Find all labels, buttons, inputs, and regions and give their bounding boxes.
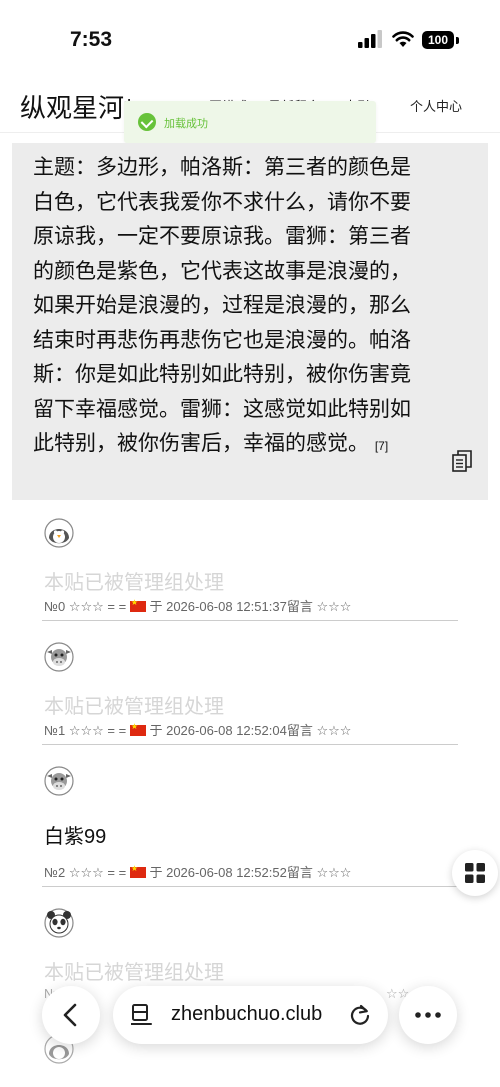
battery-indicator: 100 bbox=[422, 31, 454, 49]
comment-yu: 于 bbox=[149, 723, 163, 738]
comment-text: 本贴已被管理组处理 bbox=[44, 962, 224, 984]
copy-icon[interactable] bbox=[452, 450, 472, 472]
rating-right[interactable]: ☆☆☆ bbox=[316, 599, 351, 614]
rating-right[interactable]: ☆☆☆ bbox=[316, 865, 351, 880]
back-button[interactable] bbox=[42, 986, 100, 1044]
grid-menu-button[interactable] bbox=[452, 850, 498, 896]
site-title[interactable]: 纵观星河* bbox=[20, 88, 134, 125]
comment-eq: = = bbox=[107, 723, 127, 738]
comment-suffix: 留言 bbox=[286, 865, 313, 880]
comment-suffix: 留言 bbox=[286, 599, 313, 614]
divider bbox=[42, 886, 458, 887]
more-options-button[interactable] bbox=[399, 986, 457, 1044]
post-body: 主题：多边形，帕洛斯：第三者的颜色是白色，它代表我爱你不求什么，请你不要原谅我，… bbox=[33, 156, 411, 455]
success-check-icon bbox=[138, 113, 156, 131]
battery-tip bbox=[456, 37, 459, 44]
comment-eq: = = bbox=[107, 599, 127, 614]
comment-meta: №0 ☆☆☆ = = 于 2026-06-08 12:51:37留言 ☆☆☆ bbox=[44, 596, 351, 615]
comment-number: №2 bbox=[44, 865, 66, 880]
reference-link[interactable]: [7] bbox=[375, 439, 388, 453]
comment-time: 2026-06-08 12:51:37 bbox=[166, 599, 287, 614]
comment-text: 本贴已被管理组处理 bbox=[44, 696, 224, 718]
rating-left[interactable]: ☆☆☆ bbox=[69, 723, 104, 738]
reload-icon[interactable] bbox=[349, 1004, 371, 1026]
comment-yu: 于 bbox=[149, 865, 163, 880]
comment-time: 2026-06-08 12:52:04 bbox=[166, 723, 287, 738]
url-text[interactable]: zhenbuchuo.club bbox=[171, 1003, 322, 1026]
cow-icon bbox=[44, 642, 74, 672]
china-flag-icon bbox=[129, 598, 146, 612]
success-toast: 加载成功 bbox=[124, 101, 376, 143]
rating-right[interactable]: ☆☆☆ bbox=[316, 723, 351, 738]
panda-icon bbox=[44, 908, 74, 938]
comment-text: 本贴已被管理组处理 bbox=[44, 572, 224, 594]
comment-time: 2026-06-08 12:52:52 bbox=[166, 865, 287, 880]
divider bbox=[42, 744, 458, 745]
ellipsis-icon bbox=[415, 1012, 441, 1018]
rating-left[interactable]: ☆☆☆ bbox=[69, 599, 104, 614]
chevron-left-icon bbox=[63, 1003, 77, 1027]
china-flag-icon bbox=[129, 722, 146, 736]
post-text: 主题：多边形，帕洛斯：第三者的颜色是白色，它代表我爱你不求什么，请你不要原谅我，… bbox=[33, 151, 425, 464]
comment-meta: №1 ☆☆☆ = = 于 2026-06-08 12:52:04留言 ☆☆☆ bbox=[44, 720, 351, 739]
rating-left[interactable]: ☆☆☆ bbox=[69, 865, 104, 880]
status-bar: 7:53 100 bbox=[0, 0, 500, 80]
comment-number: №1 bbox=[44, 723, 66, 738]
china-flag-icon bbox=[129, 864, 146, 878]
cellular-signal-icon bbox=[358, 30, 382, 48]
grid-icon bbox=[465, 863, 485, 883]
comment-yu: 于 bbox=[149, 599, 163, 614]
comment-meta: №2 ☆☆☆ = = 于 2026-06-08 12:52:52留言 ☆☆☆ bbox=[44, 862, 351, 881]
comment-text: 白紫99 bbox=[44, 826, 107, 848]
cow-icon bbox=[44, 766, 74, 796]
address-bar[interactable]: zhenbuchuo.club bbox=[113, 986, 388, 1044]
nav-item-profile[interactable]: 个人中心 bbox=[410, 96, 462, 115]
toast-message: 加载成功 bbox=[164, 118, 208, 130]
divider bbox=[42, 620, 458, 621]
post-content: 主题：多边形，帕洛斯：第三者的颜色是白色，它代表我爱你不求什么，请你不要原谅我，… bbox=[12, 143, 488, 500]
status-time: 7:53 bbox=[70, 28, 113, 51]
comment-suffix: 留言 bbox=[286, 723, 313, 738]
page-menu-icon[interactable] bbox=[131, 1003, 153, 1027]
wifi-icon bbox=[392, 31, 414, 47]
comment-eq: = = bbox=[107, 865, 127, 880]
comment-number: №0 bbox=[44, 599, 66, 614]
penguin-icon bbox=[44, 518, 74, 548]
